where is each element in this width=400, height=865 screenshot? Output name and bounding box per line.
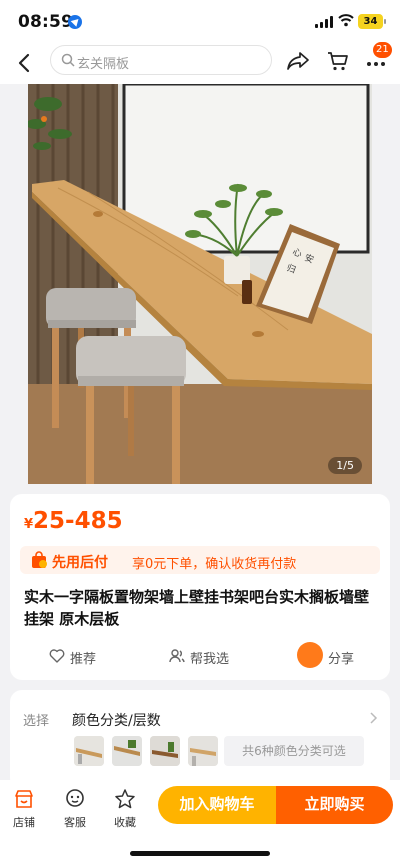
bottom-action-bar: 店铺 客服 收藏 加入购物车 立即购买 [0,780,400,865]
shop-button[interactable]: 店铺 [4,788,44,830]
cellular-signal-icon [315,16,333,28]
status-bar: 08:59 34 [0,0,400,44]
product-actions: 推荐 帮我选 分享 [10,642,390,672]
select-title: 颜色分类/层数 [72,713,161,729]
share-label: 分享 [328,652,355,667]
battery-icon: 34 [358,14,386,29]
search-icon [61,53,75,67]
back-icon[interactable] [14,52,36,74]
favorite-label: 收藏 [114,816,136,829]
variant-thumbnail[interactable] [74,736,104,766]
help-choose-label: 帮我选 [190,652,230,667]
share-avatar-icon[interactable] [297,642,323,668]
home-indicator [130,851,270,856]
status-time: 08:59 [18,12,74,32]
image-pager: 1/5 [328,457,362,474]
product-photo: 心 安 归 [28,84,372,484]
variant-thumbnail[interactable] [188,736,218,766]
bnpl-label: 先用后付 [52,555,108,571]
shop-label: 店铺 [13,816,35,829]
top-nav: 玄关隔板 21 [0,42,400,84]
add-to-cart-button[interactable]: 加入购物车 [158,786,276,824]
customer-service-button[interactable]: 客服 [55,788,95,830]
shop-icon [15,790,33,808]
product-image[interactable]: 心 安 归 1/5 [28,84,372,484]
service-label: 客服 [64,816,86,829]
location-arrow-icon [68,15,82,29]
buy-now-button[interactable]: 立即购买 [276,786,393,824]
cart-icon[interactable] [326,50,350,72]
variant-thumbnail[interactable] [112,736,142,766]
chevron-right-icon [370,712,378,724]
share-arrow-icon[interactable] [286,50,310,72]
search-placeholder: 玄关隔板 [77,57,130,72]
bnpl-banner[interactable]: 先用后付 享0元下单，确认收货再付款 [20,546,380,574]
wifi-icon [338,14,354,27]
chat-icon [66,789,84,807]
variant-count[interactable]: 共6种颜色分类可选 [224,736,364,766]
product-title: 实木一字隔板置物架墙上壁挂书架吧台实木搁板墙壁挂架 原木层板 [24,588,370,628]
cart-badge: 21 [373,42,392,58]
variant-selector[interactable]: 选择 颜色分类/层数 共6种颜色分类可选 [10,690,390,790]
currency-symbol: ¥ [24,517,34,532]
select-label: 选择 [23,714,50,729]
recommend-label: 推荐 [70,652,97,667]
shopping-bag-icon [32,551,47,568]
price-range: 25-485 [33,508,123,534]
star-icon [115,789,135,809]
heart-icon [49,649,65,663]
product-info-card: ¥25-485 先用后付 享0元下单，确认收货再付款 实木一字隔板置物架墙上壁挂… [10,494,390,680]
bnpl-description: 享0元下单，确认收货再付款 [132,557,297,572]
search-input[interactable]: 玄关隔板 [50,45,272,75]
favorite-button[interactable]: 收藏 [105,788,145,830]
people-icon [169,649,185,663]
price: ¥25-485 [24,508,123,534]
variant-thumbnail[interactable] [150,736,180,766]
